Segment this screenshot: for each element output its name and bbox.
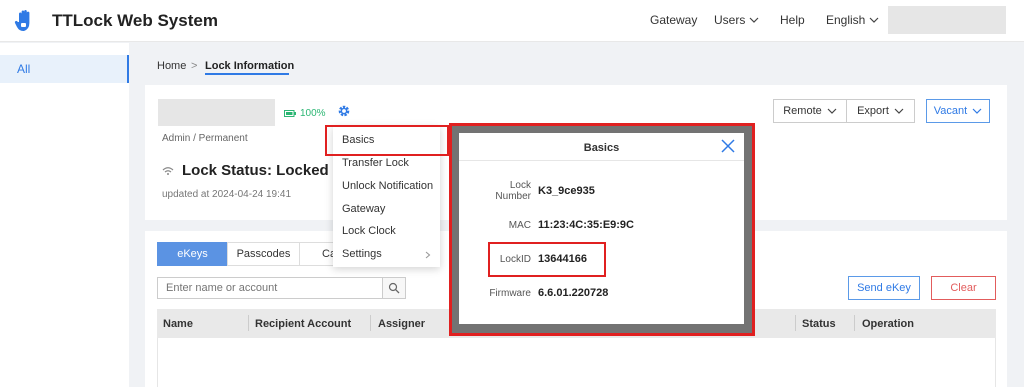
tab-ekeys[interactable]: eKeys	[157, 242, 228, 266]
column-status: Status	[802, 318, 836, 330]
search-button[interactable]	[382, 277, 406, 299]
table-body	[157, 338, 996, 387]
modal-title: Basics	[583, 142, 620, 154]
menu-item-transfer-lock[interactable]: Transfer Lock	[342, 157, 409, 169]
nav-help-label: Help	[780, 13, 805, 27]
column-divider	[248, 315, 249, 331]
breadcrumb-home[interactable]: Home	[157, 60, 186, 72]
column-assigner: Assigner	[378, 318, 426, 330]
label-lock-number: Lock Number	[495, 180, 531, 202]
column-divider	[795, 315, 796, 331]
sidebar	[0, 43, 129, 387]
chevron-down-icon	[972, 108, 982, 114]
menu-item-settings[interactable]: Settings	[342, 248, 382, 260]
chevron-right-icon	[425, 251, 431, 259]
value-mac: 11:23:4C:35:E9:9C	[538, 219, 634, 231]
vacant-label: Vacant	[933, 105, 968, 117]
basics-highlight	[325, 125, 449, 156]
export-button[interactable]: Export	[846, 99, 915, 123]
nav-language-label: English	[826, 13, 866, 27]
remote-button[interactable]: Remote	[773, 99, 847, 123]
battery-indicator: 100%	[284, 108, 326, 119]
remote-label: Remote	[783, 105, 822, 117]
breadcrumb-separator: >	[191, 60, 198, 72]
search-icon	[388, 282, 400, 294]
breadcrumb-current: Lock Information	[205, 60, 295, 72]
label-firmware: Firmware	[489, 288, 531, 299]
app-title: TTLock Web System	[52, 11, 218, 30]
lock-role: Admin / Permanent	[162, 133, 248, 144]
lock-status: Lock Status: Locked	[162, 162, 329, 179]
tab-passcodes[interactable]: Passcodes	[227, 242, 300, 266]
close-icon[interactable]	[721, 139, 735, 153]
column-operation: Operation	[862, 318, 914, 330]
wifi-icon	[162, 166, 174, 175]
value-firmware: 6.6.01.220728	[538, 287, 609, 299]
battery-icon	[284, 110, 296, 117]
hand-logo-icon[interactable]	[14, 9, 36, 33]
updated-time: updated at 2024-04-24 19:41	[162, 189, 291, 200]
menu-item-gateway[interactable]: Gateway	[342, 203, 385, 215]
breadcrumb-underline	[205, 73, 289, 75]
send-ekey-button[interactable]: Send eKey	[848, 276, 920, 300]
menu-item-unlock-notification[interactable]: Unlock Notification	[342, 180, 433, 192]
chevron-down-icon	[894, 108, 904, 114]
sidebar-item-label: All	[17, 62, 31, 76]
nav-users-label: Users	[714, 13, 746, 27]
column-divider	[854, 315, 855, 331]
column-divider	[370, 315, 371, 331]
search-input[interactable]	[157, 277, 383, 299]
menu-item-lock-clock[interactable]: Lock Clock	[342, 225, 396, 237]
column-name: Name	[163, 318, 193, 330]
export-label: Export	[857, 105, 889, 117]
chevron-down-icon	[827, 108, 837, 114]
nav-help[interactable]: Help	[780, 13, 805, 27]
clear-button[interactable]: Clear	[931, 276, 996, 300]
user-account-box[interactable]	[888, 6, 1006, 34]
nav-gateway-label: Gateway	[650, 13, 698, 27]
gear-icon[interactable]	[337, 104, 351, 118]
nav-gateway[interactable]: Gateway	[650, 13, 697, 27]
chevron-down-icon	[869, 17, 879, 23]
lockid-highlight	[488, 242, 606, 277]
lock-name-field	[158, 99, 275, 126]
vacant-button[interactable]: Vacant	[926, 99, 990, 123]
column-recipient-account: Recipient Account	[255, 318, 352, 330]
lock-status-text: Lock Status: Locked	[182, 162, 329, 179]
chevron-down-icon	[749, 17, 759, 23]
battery-level: 100%	[300, 108, 326, 119]
value-lock-number: K3_9ce935	[538, 185, 595, 197]
sidebar-item-all[interactable]: All	[0, 55, 129, 83]
label-mac: MAC	[508, 220, 531, 231]
nav-language[interactable]: English	[826, 13, 879, 27]
nav-users[interactable]: Users	[714, 13, 759, 27]
